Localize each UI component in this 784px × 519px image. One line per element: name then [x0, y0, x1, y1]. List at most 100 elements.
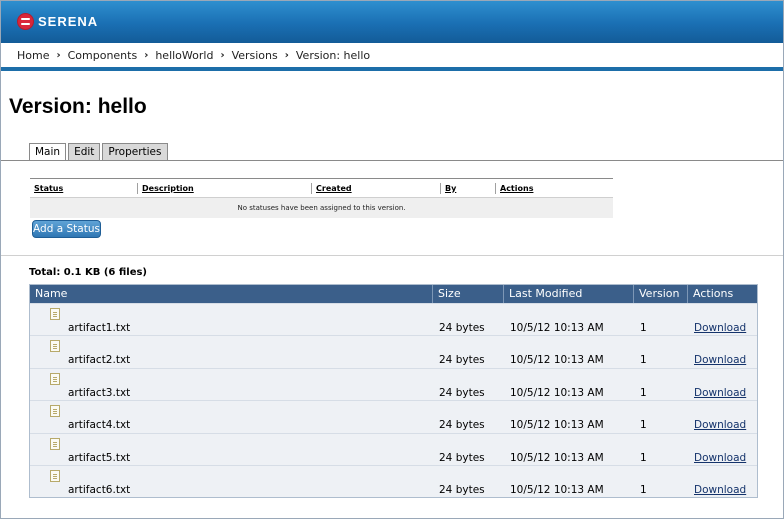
download-link[interactable]: Download	[694, 387, 746, 399]
modified-cell: 10/5/12 10:13 AM	[503, 434, 633, 465]
actions-cell: Download	[687, 434, 757, 465]
file-size: 24 bytes	[439, 451, 485, 464]
chevron-right-icon: ›	[284, 49, 289, 61]
text-file-icon	[50, 437, 60, 450]
file-name: artifact6.txt	[68, 483, 131, 496]
breadcrumb-helloworld[interactable]: helloWorld	[155, 49, 213, 62]
download-link[interactable]: Download	[694, 484, 746, 496]
download-link[interactable]: Download	[694, 452, 746, 464]
size-cell: 24 bytes	[432, 401, 503, 432]
column-last-modified[interactable]: Last Modified	[503, 285, 633, 303]
table-row: artifact3.txt 24 bytes 10/5/12 10:13 AM …	[30, 367, 757, 401]
column-status[interactable]: Status	[30, 183, 137, 194]
breadcrumb-components[interactable]: Components	[68, 49, 138, 62]
file-modified: 10/5/12 10:13 AM	[510, 451, 604, 464]
file-version: 1	[640, 354, 647, 367]
name-cell: artifact2.txt	[30, 336, 432, 367]
version-cell: 1	[633, 336, 687, 367]
download-link[interactable]: Download	[694, 322, 746, 334]
file-modified: 10/5/12 10:13 AM	[510, 483, 604, 496]
serena-logo-icon	[18, 14, 33, 29]
files-total: Total: 0.1 KB (6 files)	[29, 267, 148, 278]
section-divider	[1, 255, 783, 256]
file-size: 24 bytes	[439, 386, 485, 399]
status-table: Status Description Created By Actions No…	[30, 178, 613, 218]
tab-properties[interactable]: Properties	[102, 143, 168, 160]
column-size[interactable]: Size	[432, 285, 503, 303]
add-status-button[interactable]: Add a Status	[32, 220, 101, 238]
page-title: Version: hello	[9, 95, 147, 118]
breadcrumb: Home › Components › helloWorld › Version…	[1, 43, 783, 71]
brand-name: SERENA	[38, 14, 99, 29]
size-cell: 24 bytes	[432, 434, 503, 465]
modified-cell: 10/5/12 10:13 AM	[503, 401, 633, 432]
files-table: Name Size Last Modified Version Actions …	[29, 284, 758, 499]
column-by[interactable]: By	[440, 182, 495, 194]
version-cell: 1	[633, 401, 687, 432]
table-row: artifact1.txt 24 bytes 10/5/12 10:13 AM …	[30, 303, 757, 336]
file-version: 1	[640, 322, 647, 334]
status-empty-message: No statuses have been assigned to this v…	[30, 198, 613, 218]
app-window: SERENA Home › Components › helloWorld › …	[0, 0, 784, 519]
modified-cell: 10/5/12 10:13 AM	[503, 466, 633, 497]
tab-edit[interactable]: Edit	[68, 143, 101, 160]
tab-bar: Main Edit Properties	[29, 143, 170, 161]
column-description[interactable]: Description	[137, 182, 311, 194]
table-row: artifact4.txt 24 bytes 10/5/12 10:13 AM …	[30, 400, 757, 433]
table-row: artifact5.txt 24 bytes 10/5/12 10:13 AM …	[30, 432, 757, 465]
size-cell: 24 bytes	[432, 466, 503, 497]
modified-cell: 10/5/12 10:13 AM	[503, 304, 633, 335]
file-modified: 10/5/12 10:13 AM	[510, 386, 604, 399]
name-cell: artifact1.txt	[30, 304, 432, 335]
file-name: artifact4.txt	[68, 419, 131, 432]
text-file-icon	[50, 469, 60, 482]
table-row: artifact2.txt 24 bytes 10/5/12 10:13 AM …	[30, 335, 757, 368]
file-version: 1	[640, 386, 647, 399]
chevron-right-icon: ›	[144, 49, 149, 61]
serena-logo[interactable]: SERENA	[18, 14, 98, 29]
text-file-icon	[50, 405, 60, 418]
version-cell: 1	[633, 369, 687, 400]
size-cell: 24 bytes	[432, 369, 503, 400]
actions-cell: Download	[687, 466, 757, 497]
breadcrumb-home[interactable]: Home	[17, 49, 49, 62]
file-version: 1	[640, 483, 647, 496]
table-row: artifact6.txt 24 bytes 10/5/12 10:13 AM …	[30, 464, 757, 498]
actions-cell: Download	[687, 336, 757, 367]
status-table-header: Status Description Created By Actions	[30, 179, 613, 198]
version-cell: 1	[633, 304, 687, 335]
version-cell: 1	[633, 466, 687, 497]
column-version[interactable]: Version	[633, 285, 687, 303]
chevron-right-icon: ›	[220, 49, 225, 61]
column-created[interactable]: Created	[311, 182, 440, 194]
modified-cell: 10/5/12 10:13 AM	[503, 336, 633, 367]
name-cell: artifact4.txt	[30, 401, 432, 432]
download-link[interactable]: Download	[694, 354, 746, 366]
file-modified: 10/5/12 10:13 AM	[510, 419, 604, 432]
modified-cell: 10/5/12 10:13 AM	[503, 369, 633, 400]
file-version: 1	[640, 451, 647, 464]
tab-main[interactable]: Main	[29, 143, 67, 161]
column-actions: Actions	[687, 285, 757, 303]
text-file-icon	[50, 340, 60, 353]
size-cell: 24 bytes	[432, 304, 503, 335]
file-modified: 10/5/12 10:13 AM	[510, 322, 604, 334]
file-modified: 10/5/12 10:13 AM	[510, 354, 604, 367]
breadcrumb-current-version: Version: hello	[295, 48, 371, 62]
file-name: artifact3.txt	[68, 386, 131, 399]
actions-cell: Download	[687, 369, 757, 400]
tab-divider	[1, 160, 783, 161]
file-size: 24 bytes	[439, 419, 485, 432]
file-size: 24 bytes	[439, 483, 485, 496]
actions-cell: Download	[687, 304, 757, 335]
file-version: 1	[640, 419, 647, 432]
actions-cell: Download	[687, 401, 757, 432]
text-file-icon	[50, 372, 60, 385]
version-cell: 1	[633, 434, 687, 465]
download-link[interactable]: Download	[694, 419, 746, 431]
column-name[interactable]: Name	[30, 285, 432, 303]
name-cell: artifact5.txt	[30, 434, 432, 465]
file-name: artifact5.txt	[68, 451, 131, 464]
breadcrumb-versions[interactable]: Versions	[232, 49, 278, 62]
column-actions[interactable]: Actions	[495, 182, 575, 194]
